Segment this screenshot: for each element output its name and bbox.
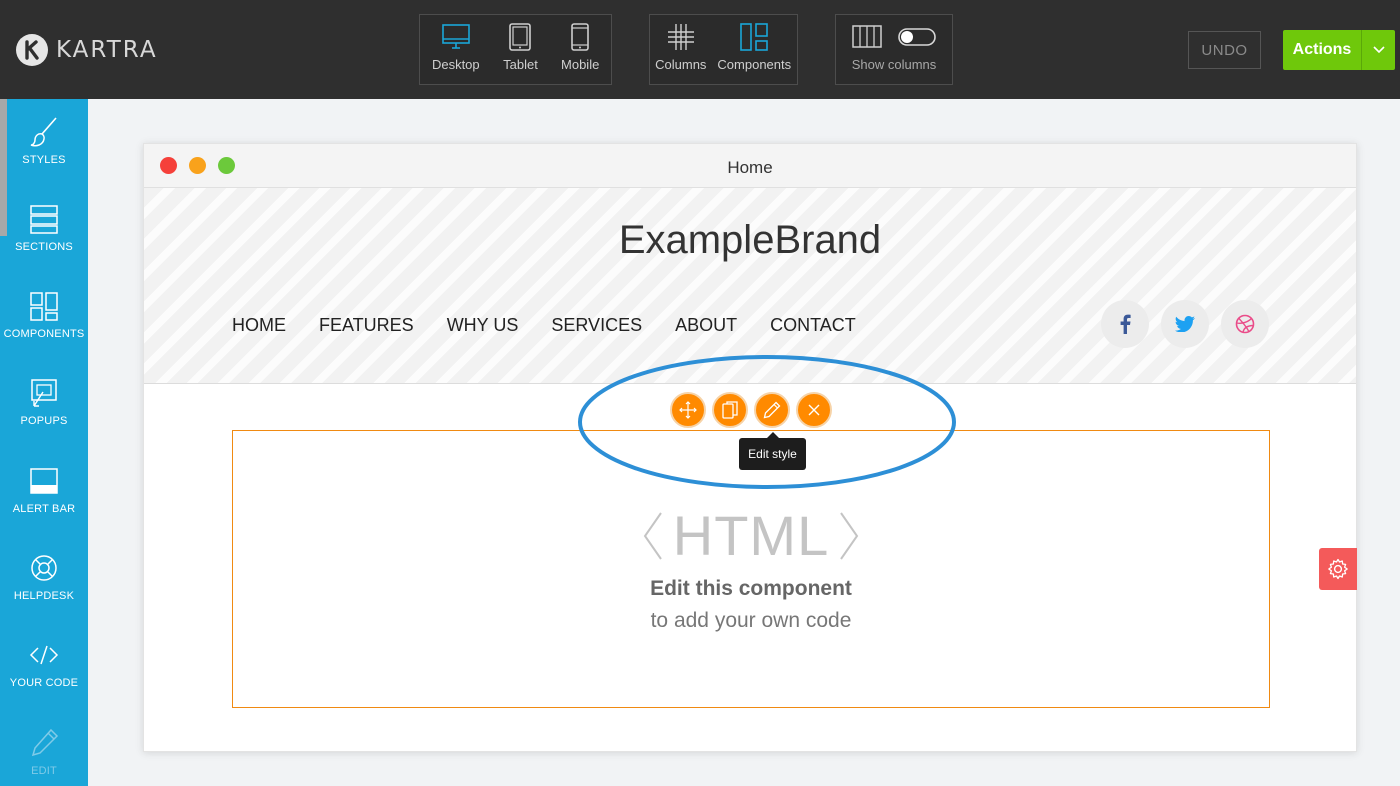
- sidebar-item-sections[interactable]: SECTIONS: [0, 187, 88, 274]
- html-word: HTML: [672, 504, 830, 567]
- device-toggle-group: Desktop Tablet Mobile: [419, 14, 612, 85]
- mobile-label: Mobile: [561, 57, 600, 72]
- code-icon: [29, 645, 59, 665]
- mobile-button[interactable]: Mobile: [549, 15, 611, 84]
- site-nav: HOME FEATURES WHY US SERVICES ABOUT CONT…: [232, 315, 889, 336]
- desktop-button[interactable]: Desktop: [420, 15, 492, 84]
- sections-icon: [30, 205, 58, 234]
- angle-right-icon: [840, 511, 859, 560]
- highlight-ellipse: [578, 355, 956, 489]
- popup-icon: [31, 379, 57, 407]
- sidebar-label: POPUPS: [20, 415, 68, 427]
- sidebar-item-popups[interactable]: POPUPS: [0, 361, 88, 448]
- tablet-button[interactable]: Tablet: [492, 15, 550, 84]
- brand-title[interactable]: ExampleBrand: [144, 218, 1356, 263]
- dribbble-icon: [1235, 314, 1255, 334]
- nav-item-services[interactable]: SERVICES: [551, 315, 642, 336]
- twitter-button[interactable]: [1161, 300, 1209, 348]
- gear-icon: [1328, 558, 1348, 580]
- brush-icon: [30, 117, 57, 147]
- components-icon: [30, 292, 58, 321]
- columns-label: Columns: [655, 57, 707, 72]
- window-titlebar: Home: [144, 144, 1356, 188]
- columns-button[interactable]: Columns: [650, 15, 712, 84]
- facebook-icon: [1120, 314, 1131, 334]
- components-label: Components: [717, 57, 792, 72]
- html-component-title: Edit this component: [650, 577, 852, 600]
- show-columns-toggle[interactable]: Show columns: [836, 15, 952, 84]
- window-title: Home: [727, 158, 773, 177]
- show-columns-icon: [852, 25, 936, 48]
- desktop-label: Desktop: [431, 57, 480, 72]
- kartra-logo[interactable]: KARTRA: [16, 34, 158, 66]
- sidebar-item-helpdesk[interactable]: HELPDESK: [0, 536, 88, 623]
- sidebar-item-components[interactable]: COMPONENTS: [0, 274, 88, 361]
- grid-icon: [667, 24, 694, 50]
- angle-left-icon: [643, 511, 662, 560]
- lifebuoy-icon: [31, 555, 57, 581]
- top-toolbar: KARTRA Desktop Tablet Mobile Columns Com…: [0, 0, 1400, 99]
- sidebar-label: SECTIONS: [15, 241, 73, 253]
- kartra-logo-icon: [16, 34, 48, 66]
- tablet-label: Tablet: [503, 57, 538, 72]
- logo-text: KARTRA: [56, 37, 158, 63]
- sidebar-item-edit: EDIT: [0, 711, 88, 786]
- alert-bar-icon: [30, 468, 58, 494]
- show-columns-label: Show columns: [851, 57, 937, 72]
- layout-toggle-group: Columns Components: [649, 14, 798, 85]
- components-icon: [740, 23, 769, 51]
- actions-label: Actions: [1292, 41, 1352, 58]
- undo-button[interactable]: UNDO: [1188, 31, 1261, 69]
- sidebar-label: STYLES: [22, 154, 66, 166]
- pencil-icon: [31, 728, 59, 757]
- show-columns-group: Show columns: [835, 14, 953, 85]
- sidebar-label: YOUR CODE: [9, 677, 79, 689]
- tablet-icon: [509, 23, 532, 51]
- sidebar-item-styles[interactable]: STYLES: [0, 100, 88, 187]
- facebook-button[interactable]: [1101, 300, 1149, 348]
- nav-item-contact[interactable]: CONTACT: [770, 315, 856, 336]
- sidebar-item-your-code[interactable]: YOUR CODE: [0, 623, 88, 710]
- desktop-icon: [442, 24, 470, 49]
- html-component-subtitle: to add your own code: [650, 609, 852, 632]
- components-button[interactable]: Components: [712, 15, 797, 84]
- mobile-icon: [571, 23, 589, 51]
- actions-button[interactable]: Actions: [1283, 30, 1395, 70]
- dribbble-button[interactable]: [1221, 300, 1269, 348]
- sidebar-label: HELPDESK: [13, 590, 75, 602]
- nav-item-home[interactable]: HOME: [232, 315, 286, 336]
- chevron-down-icon[interactable]: [1361, 30, 1395, 70]
- sidebar-label: COMPONENTS: [3, 328, 85, 340]
- nav-item-why-us[interactable]: WHY US: [447, 315, 519, 336]
- sidebar-label: EDIT: [31, 765, 57, 777]
- sidebar-label: ALERT BAR: [12, 503, 76, 515]
- twitter-icon: [1175, 316, 1195, 332]
- nav-item-about[interactable]: ABOUT: [675, 315, 737, 336]
- settings-tab[interactable]: [1319, 548, 1357, 590]
- nav-item-features[interactable]: FEATURES: [319, 315, 414, 336]
- html-placeholder: HTML: [233, 503, 1269, 568]
- sidebar-item-alert-bar[interactable]: ALERT BAR: [0, 449, 88, 536]
